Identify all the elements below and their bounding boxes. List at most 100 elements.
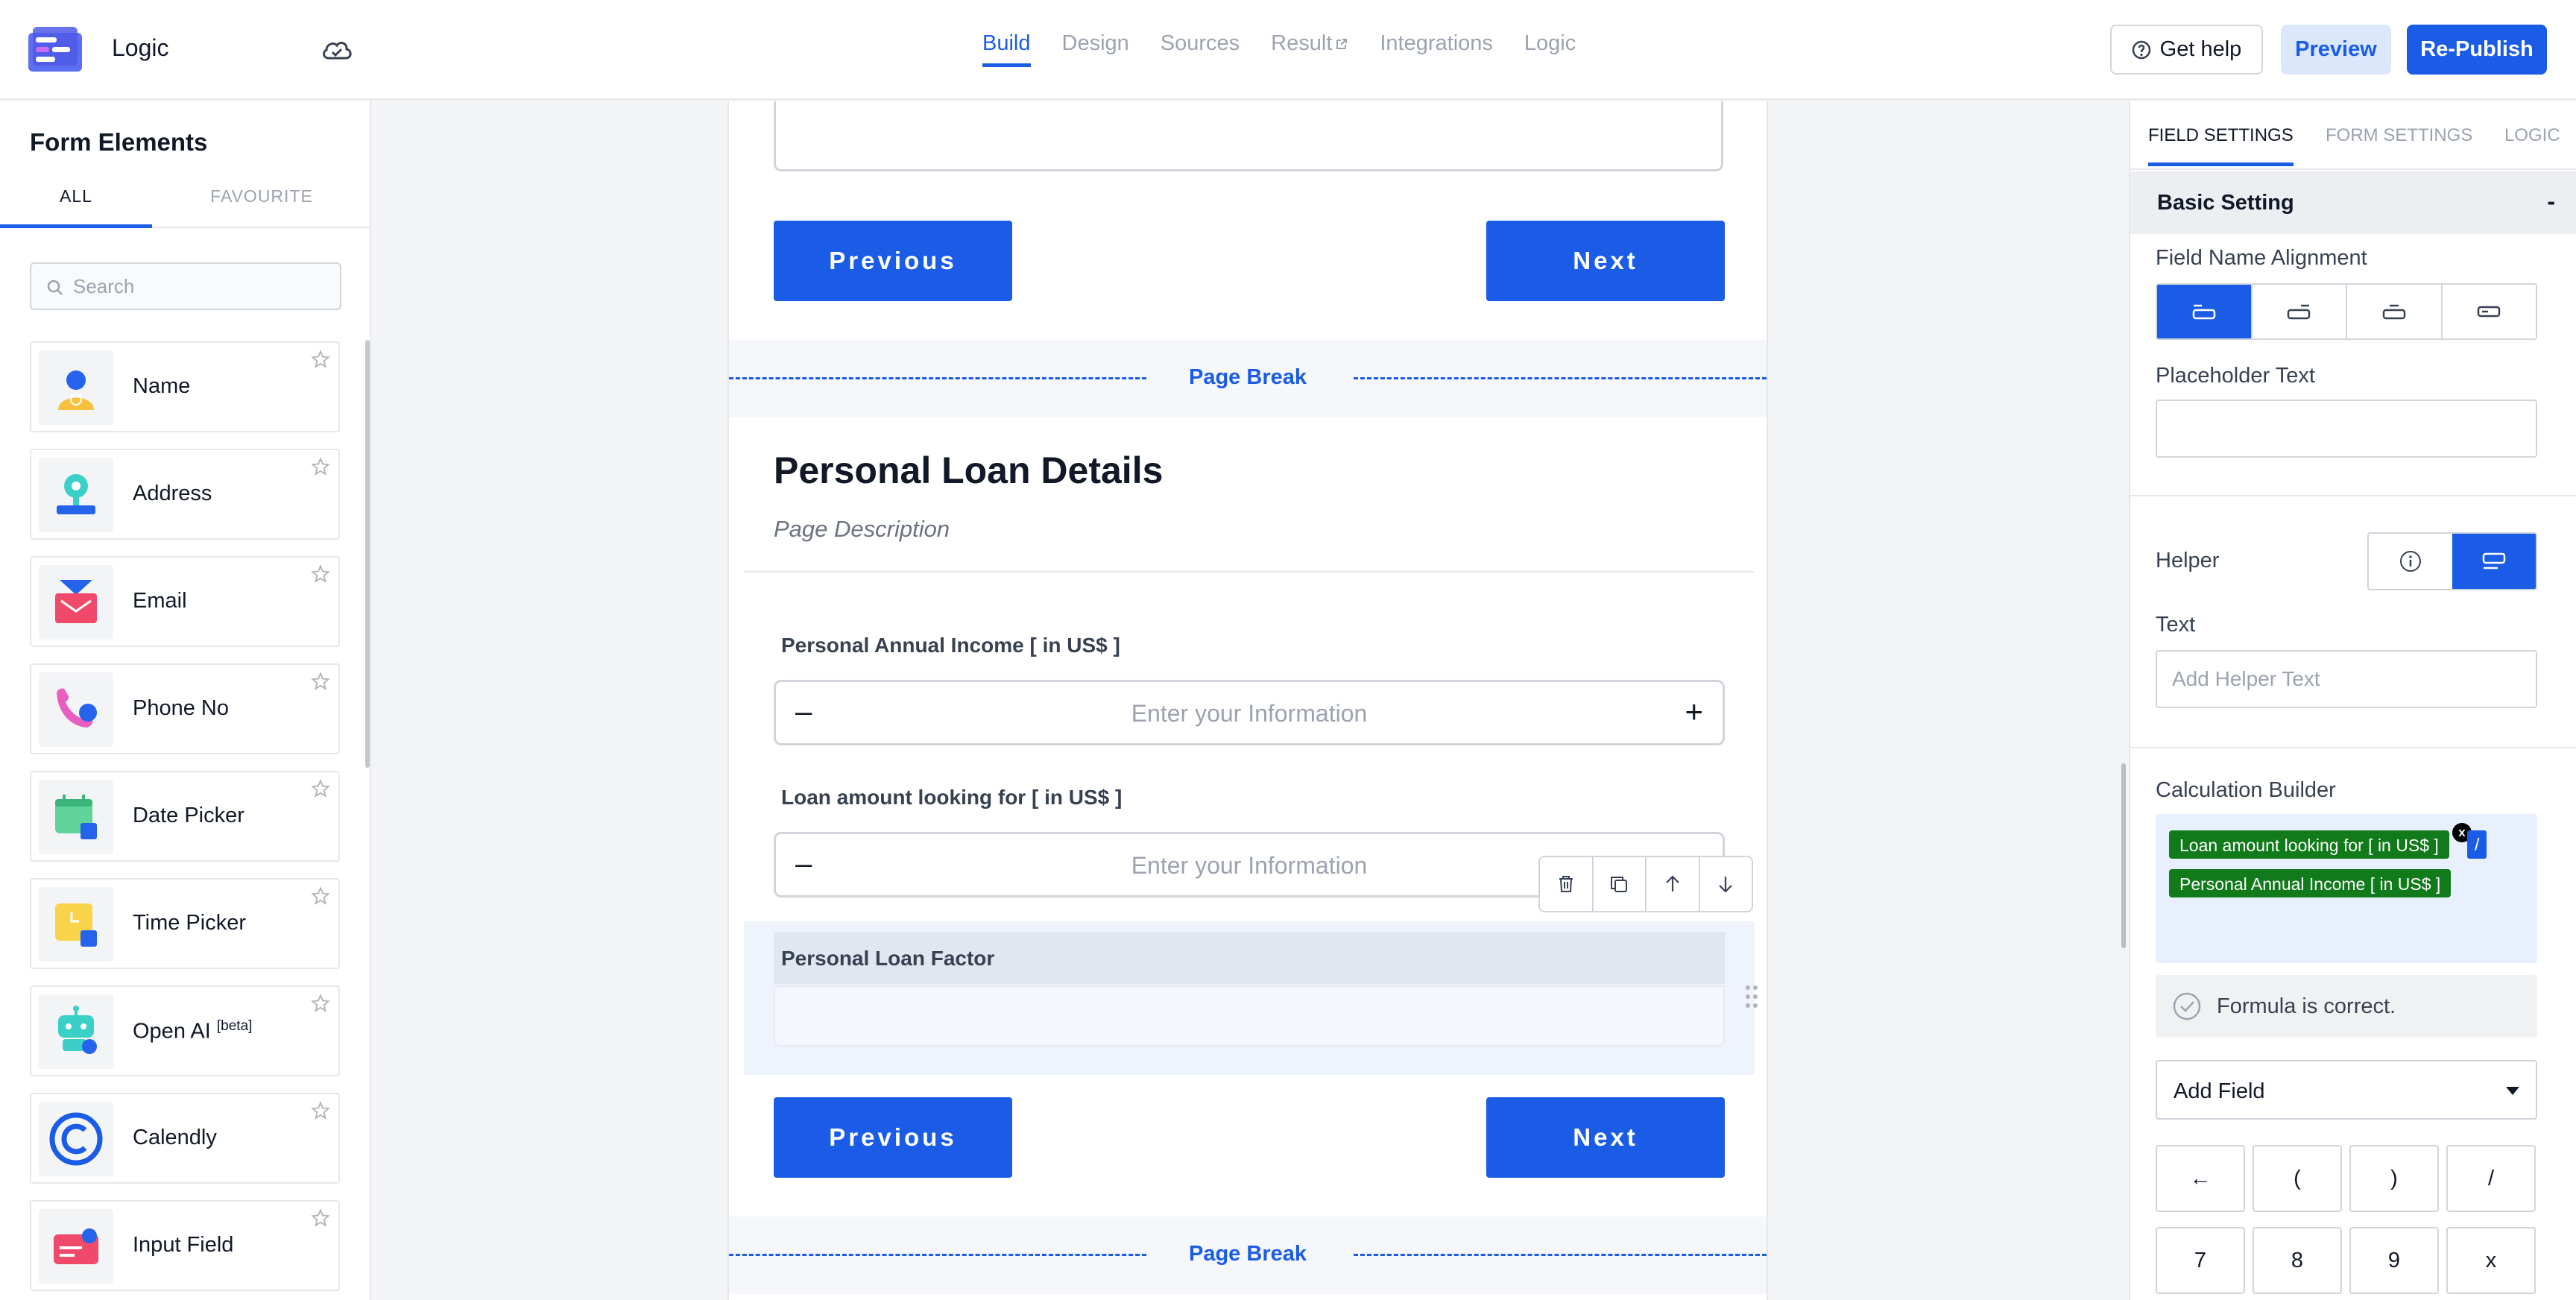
element-icon-box bbox=[39, 994, 113, 1069]
increment-button[interactable]: + bbox=[1685, 694, 1703, 730]
loan-amount-input[interactable] bbox=[850, 843, 1648, 888]
help-circle-icon bbox=[2132, 40, 2150, 59]
delete-button[interactable] bbox=[1540, 857, 1594, 911]
decrement-button[interactable]: – bbox=[795, 848, 812, 881]
align-top-left-button[interactable] bbox=[2157, 285, 2253, 338]
align-top-right-button[interactable] bbox=[2253, 285, 2347, 338]
key-close-paren[interactable]: ) bbox=[2349, 1145, 2439, 1212]
canvas-scrollbar[interactable] bbox=[2121, 763, 2126, 948]
selected-calculation-field[interactable]: Personal Loan Factor bbox=[744, 921, 1758, 1075]
favourite-star-icon[interactable] bbox=[310, 1208, 331, 1228]
element-input-field[interactable]: Input Field bbox=[30, 1200, 340, 1291]
preview-button[interactable]: Preview bbox=[2281, 25, 2391, 75]
formula-field-chip[interactable]: Loan amount looking for [ in US$ ] bbox=[2169, 830, 2449, 859]
helper-tooltip-button[interactable] bbox=[2369, 534, 2452, 589]
favourite-star-icon[interactable] bbox=[310, 778, 331, 799]
align-top-center-button[interactable] bbox=[2347, 285, 2443, 338]
favourite-star-icon[interactable] bbox=[310, 1100, 331, 1121]
nav-tab-integrations[interactable]: Integrations bbox=[1380, 0, 1493, 69]
nav-tab-result[interactable]: Result bbox=[1271, 0, 1348, 69]
key-backspace[interactable]: ← bbox=[2156, 1145, 2245, 1212]
nav-tab-label: Design bbox=[1061, 31, 1129, 55]
element-label: Time Picker bbox=[133, 911, 246, 935]
page-break: Page Break bbox=[729, 340, 1767, 417]
sidebar-scrollbar[interactable] bbox=[365, 340, 370, 768]
person-icon bbox=[58, 370, 94, 410]
text-label: Text bbox=[2156, 613, 2196, 637]
arrow-down-icon bbox=[1719, 877, 1733, 893]
republish-button[interactable]: Re-Publish bbox=[2407, 25, 2547, 75]
favourite-star-icon[interactable] bbox=[310, 886, 331, 906]
nav-tab-logic[interactable]: Logic bbox=[1524, 0, 1576, 69]
tab-field-settings[interactable]: FIELD SETTINGS bbox=[2148, 125, 2294, 166]
element-phone-no[interactable]: Phone No bbox=[30, 663, 340, 754]
key-9[interactable]: 9 bbox=[2349, 1227, 2439, 1294]
add-field-select[interactable]: Add Field bbox=[2156, 1060, 2537, 1120]
check-circle-icon bbox=[2173, 992, 2201, 1020]
cloud-sync-icon[interactable] bbox=[321, 36, 353, 63]
next-button[interactable]: Next bbox=[1486, 1097, 1725, 1178]
placeholder-text-input[interactable] bbox=[2156, 400, 2537, 458]
key-7[interactable]: 7 bbox=[2156, 1227, 2245, 1294]
annual-income-input[interactable] bbox=[850, 691, 1648, 736]
decrement-button[interactable]: – bbox=[795, 695, 812, 729]
textarea-field[interactable] bbox=[774, 101, 1723, 171]
element-open-ai[interactable]: Open AI [beta] bbox=[30, 985, 340, 1076]
element-label: Date Picker bbox=[133, 804, 244, 827]
element-icon-box bbox=[39, 1209, 113, 1284]
tab-logic[interactable]: LOGIC bbox=[2504, 125, 2560, 146]
key-multiply[interactable]: x bbox=[2446, 1227, 2536, 1294]
favourite-star-icon[interactable] bbox=[310, 564, 331, 584]
favourite-star-icon[interactable] bbox=[310, 456, 331, 477]
collapse-button[interactable]: - bbox=[2547, 188, 2555, 215]
search-input[interactable] bbox=[73, 270, 326, 303]
nav-tab-build[interactable]: Build bbox=[982, 0, 1031, 67]
key-open-paren[interactable]: ( bbox=[2253, 1145, 2342, 1212]
page-title[interactable]: Personal Loan Details bbox=[774, 449, 1163, 492]
next-button[interactable]: Next bbox=[1486, 221, 1725, 301]
element-icon-box bbox=[39, 458, 113, 532]
element-name[interactable]: Name bbox=[30, 341, 340, 432]
element-date-picker[interactable]: Date Picker bbox=[30, 771, 340, 862]
tab-favourite[interactable]: FAVOURITE bbox=[186, 176, 338, 228]
element-email[interactable]: Email bbox=[30, 556, 340, 647]
element-icon-box bbox=[39, 672, 113, 747]
get-help-label: Get help bbox=[2159, 37, 2242, 61]
favourite-star-icon[interactable] bbox=[310, 349, 331, 370]
divider bbox=[2130, 495, 2576, 496]
chevron-down-icon bbox=[2506, 1087, 2519, 1095]
nav-tab-design[interactable]: Design bbox=[1062, 0, 1129, 69]
key-divide[interactable]: / bbox=[2446, 1145, 2536, 1212]
drag-handle-icon[interactable] bbox=[1744, 984, 1759, 1009]
tab-form-settings[interactable]: FORM SETTINGS bbox=[2326, 125, 2472, 146]
align-top-right-icon bbox=[2288, 304, 2311, 320]
formula-editor[interactable]: Loan amount looking for [ in US$ ] x / P… bbox=[2156, 814, 2537, 963]
duplicate-button[interactable] bbox=[1594, 857, 1647, 911]
favourite-star-icon[interactable] bbox=[310, 671, 331, 692]
align-inline-button[interactable] bbox=[2443, 285, 2536, 338]
formula-operator-chip[interactable]: / bbox=[2467, 830, 2487, 859]
helper-text-input[interactable] bbox=[2156, 650, 2537, 708]
formula-field-chip[interactable]: Personal Annual Income [ in US$ ] bbox=[2169, 869, 2452, 897]
tab-all[interactable]: ALL bbox=[0, 176, 152, 228]
element-address[interactable]: Address bbox=[30, 449, 340, 540]
element-icon-box bbox=[39, 565, 113, 640]
app-logo-icon bbox=[28, 27, 82, 72]
page-description[interactable]: Page Description bbox=[774, 516, 950, 543]
nav-tab-label: Build bbox=[982, 31, 1031, 55]
key-8[interactable]: 8 bbox=[2253, 1227, 2342, 1294]
basic-setting-header[interactable]: Basic Setting - bbox=[2130, 171, 2576, 234]
field-label: Personal Loan Factor bbox=[781, 947, 995, 970]
page-break: Page Break bbox=[729, 1217, 1767, 1294]
move-down-button[interactable] bbox=[1700, 857, 1752, 911]
previous-button[interactable]: Previous bbox=[774, 1097, 1012, 1178]
element-calendly[interactable]: Calendly bbox=[30, 1093, 340, 1184]
element-time-picker[interactable]: Time Picker bbox=[30, 878, 340, 969]
nav-tab-sources[interactable]: Sources bbox=[1161, 0, 1240, 69]
favourite-star-icon[interactable] bbox=[310, 993, 331, 1014]
previous-button[interactable]: Previous bbox=[774, 221, 1012, 301]
formula-status-text: Formula is correct. bbox=[2217, 994, 2396, 1018]
helper-text-button[interactable] bbox=[2452, 534, 2536, 589]
get-help-button[interactable]: Get help bbox=[2110, 25, 2263, 75]
move-up-button[interactable] bbox=[1647, 857, 1700, 911]
